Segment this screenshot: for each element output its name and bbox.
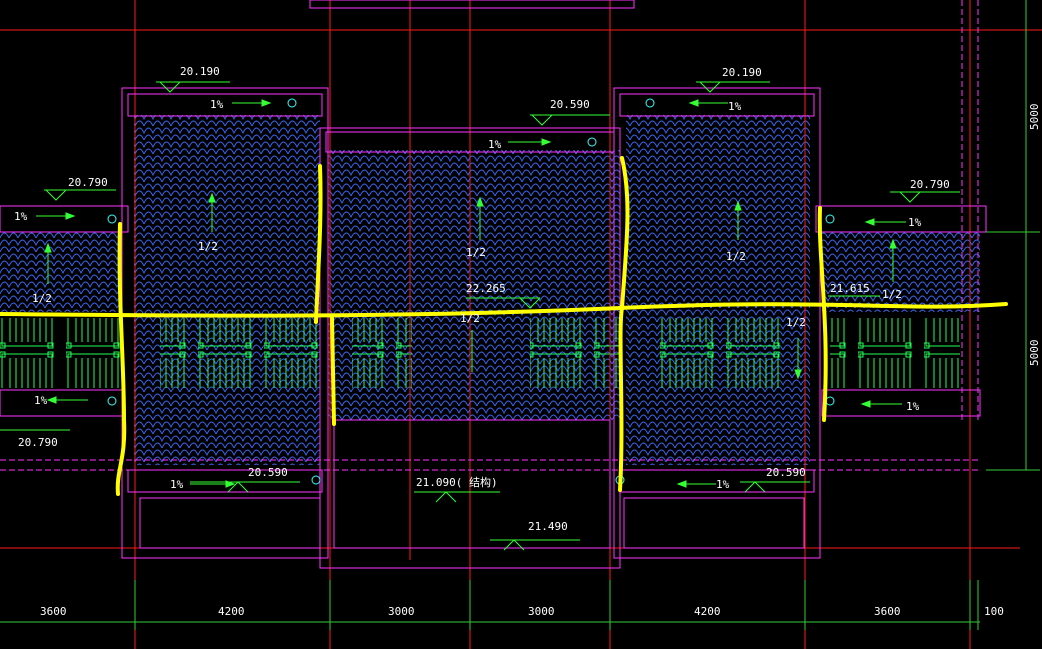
dim-bottom-7: 100 [984, 605, 1004, 618]
elev-right-end-top: 20.790 [910, 178, 950, 191]
slope-roof-3: 1/2 [726, 250, 746, 263]
elev-left-end-bottom: 20.790 [18, 436, 58, 449]
slope-roof-7: 1/2 [786, 316, 806, 329]
slope-gutter-5: 1% [908, 216, 922, 229]
dim-bottom-6: 3600 [874, 605, 901, 618]
slope-gutter-6: 1% [34, 394, 48, 407]
slope-gutter-3: 1% [488, 138, 502, 151]
elev-ridge-mid: 22.265 [466, 282, 506, 295]
slope-roof-4: 1/2 [32, 292, 52, 305]
dim-bottom-2: 4200 [218, 605, 245, 618]
dim-bottom-3: 3000 [388, 605, 415, 618]
elev-left-wing-bottom: 20.590 [248, 466, 288, 479]
slope-gutter-7: 1% [906, 400, 920, 413]
elev-right-wing-top: 20.190 [722, 66, 762, 79]
dim-right-bottom: 5000 [1028, 340, 1041, 367]
slope-gutter-9: 1% [716, 478, 730, 491]
dim-bottom-5: 4200 [694, 605, 721, 618]
elev-ridge-right: 21.615 [830, 282, 870, 295]
slope-roof-6: 1/2 [460, 312, 480, 325]
slope-roof-5: 1/2 [882, 288, 902, 301]
elev-center-bottom: 21.490 [528, 520, 568, 533]
elev-right-wing-bottom: 20.590 [766, 466, 806, 479]
slope-gutter-2: 1% [728, 100, 742, 113]
slope-gutter-8: 1% [170, 478, 184, 491]
slope-gutter-4: 1% [14, 210, 28, 223]
cad-drawing-canvas[interactable]: 20.190 20.190 20.590 20.790 20.790 22.26… [0, 0, 1042, 649]
dim-bottom-4: 3000 [528, 605, 555, 618]
elev-left-wing-top: 20.190 [180, 65, 220, 78]
dim-bottom-1: 3600 [40, 605, 67, 618]
slope-roof-2: 1/2 [466, 246, 486, 259]
elev-left-end-top: 20.790 [68, 176, 108, 189]
elev-center-top: 20.590 [550, 98, 590, 111]
elev-center-structure: 21.090( 结构) [416, 475, 498, 489]
dim-right-top: 5000 [1028, 104, 1041, 131]
slope-gutter-1: 1% [210, 98, 224, 111]
slope-roof-1: 1/2 [198, 240, 218, 253]
